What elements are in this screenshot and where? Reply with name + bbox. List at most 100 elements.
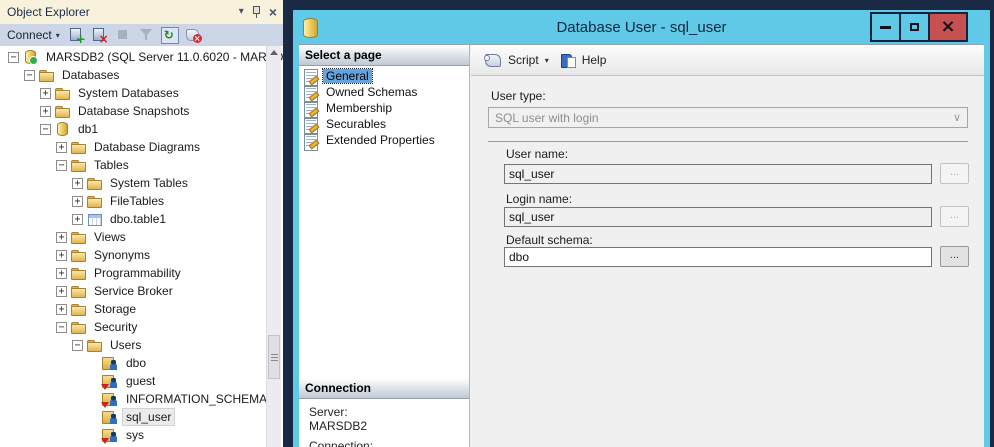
expand-toggle-icon[interactable]: + xyxy=(56,232,67,243)
script-icon xyxy=(485,53,503,67)
tree-item-dbo-table1[interactable]: +dbo.table1 xyxy=(0,210,283,228)
table-icon xyxy=(86,211,103,227)
page-panel: Select a page GeneralOwned SchemasMember… xyxy=(299,45,470,447)
tree-item-database-diagrams[interactable]: +Database Diagrams xyxy=(0,138,283,156)
tree-item-label: Tables xyxy=(91,157,132,173)
folder-icon xyxy=(54,103,71,119)
default-schema-field[interactable] xyxy=(504,247,932,267)
refresh-icon[interactable] xyxy=(161,27,179,44)
expand-toggle-icon[interactable]: + xyxy=(56,250,67,261)
minimize-button[interactable] xyxy=(872,14,899,40)
user-icon xyxy=(102,427,119,443)
collapse-toggle-icon[interactable]: − xyxy=(56,322,67,333)
separator xyxy=(488,141,968,142)
folder-icon xyxy=(70,301,87,317)
expand-toggle-icon[interactable]: + xyxy=(72,214,83,225)
folder-icon xyxy=(54,85,71,101)
tree-item-service-broker[interactable]: +Service Broker xyxy=(0,282,283,300)
folder-icon xyxy=(86,175,103,191)
expand-toggle-icon[interactable]: + xyxy=(56,286,67,297)
tree-item-databases[interactable]: −Databases xyxy=(0,66,283,84)
maximize-button[interactable] xyxy=(899,14,928,40)
window-position-menu-icon[interactable]: ▾ xyxy=(239,7,244,17)
folder-icon xyxy=(70,157,87,173)
help-button[interactable]: Help xyxy=(557,50,611,71)
tree-item-label: FileTables xyxy=(107,193,167,209)
tree-item-guest[interactable]: guest xyxy=(0,372,283,390)
tree-item-dbo[interactable]: dbo xyxy=(0,354,283,372)
tree-item-security[interactable]: −Security xyxy=(0,318,283,336)
tree-item-storage[interactable]: +Storage xyxy=(0,300,283,318)
tree-item-label: sql_user xyxy=(123,409,174,425)
tree-item-filetables[interactable]: + FileTables xyxy=(0,192,283,210)
login-name-field[interactable] xyxy=(504,207,932,227)
tree-item-tables[interactable]: − Tables xyxy=(0,156,283,174)
expand-toggle-icon[interactable]: + xyxy=(56,304,67,315)
server-label: Server: xyxy=(309,405,367,419)
script-dropdown-icon[interactable]: ▾ xyxy=(545,56,549,65)
login-name-label: Login name: xyxy=(506,192,572,206)
page-item-general[interactable]: General xyxy=(299,68,469,84)
collapse-toggle-icon[interactable]: − xyxy=(8,52,19,63)
folder-icon xyxy=(70,229,87,245)
user-name-field[interactable] xyxy=(504,164,932,184)
scrollbar-thumb[interactable] xyxy=(268,335,280,379)
dialog-body: Select a page GeneralOwned SchemasMember… xyxy=(299,44,984,447)
collapse-toggle-icon[interactable]: − xyxy=(40,124,51,135)
close-button[interactable] xyxy=(928,14,966,40)
disconnect-server-icon[interactable] xyxy=(92,27,109,43)
page-item-securables[interactable]: Securables xyxy=(299,116,469,132)
user-name-label: User name: xyxy=(506,147,568,161)
page-item-extended-properties[interactable]: Extended Properties xyxy=(299,132,469,148)
page-icon xyxy=(303,69,319,84)
object-explorer-titlebar: Object Explorer ▾ × xyxy=(0,0,283,24)
chevron-down-icon: ▾ xyxy=(56,31,60,40)
general-page-content: Script ▾ Help User type: SQL user with l… xyxy=(471,45,984,447)
tree-item-users[interactable]: −Users xyxy=(0,336,283,354)
pin-icon[interactable] xyxy=(252,6,261,19)
collapse-toggle-icon[interactable]: − xyxy=(24,70,35,81)
tree-item-synonyms[interactable]: +Synonyms xyxy=(0,246,283,264)
stop-icon xyxy=(115,27,132,43)
database-icon xyxy=(54,121,71,137)
tree-item-label: INFORMATION_SCHEMA xyxy=(123,391,270,407)
user-icon xyxy=(102,409,119,425)
tree-item-information-schema[interactable]: INFORMATION_SCHEMA xyxy=(0,390,283,408)
tree-item-views[interactable]: +Views xyxy=(0,228,283,246)
expand-toggle-icon[interactable]: + xyxy=(40,88,51,99)
tree-item-database-snapshots[interactable]: +Database Snapshots xyxy=(0,102,283,120)
expand-toggle-icon[interactable]: + xyxy=(72,178,83,189)
server-icon xyxy=(22,49,39,65)
tree-scrollbar[interactable] xyxy=(266,46,281,447)
expand-toggle-icon[interactable]: + xyxy=(56,268,67,279)
expand-toggle-icon[interactable]: + xyxy=(72,196,83,207)
default-schema-browse-button[interactable]: ... xyxy=(940,246,969,267)
combo-chevron-icon: ∨ xyxy=(953,111,961,124)
tree-item-db1[interactable]: −db1 xyxy=(0,120,283,138)
page-item-owned-schemas[interactable]: Owned Schemas xyxy=(299,84,469,100)
expand-toggle-icon[interactable]: + xyxy=(56,142,67,153)
tree-item-sys[interactable]: sys xyxy=(0,426,283,444)
tree-item-system-databases[interactable]: +System Databases xyxy=(0,84,283,102)
folder-icon xyxy=(70,139,87,155)
collapse-toggle-icon[interactable]: − xyxy=(72,340,83,351)
connect-button[interactable]: Connect ▾ xyxy=(4,28,63,42)
user-type-combo[interactable]: SQL user with login ∨ xyxy=(488,107,968,128)
tree-item-programmability[interactable]: +Programmability xyxy=(0,264,283,282)
collapse-toggle-icon[interactable]: − xyxy=(56,160,67,171)
page-item-membership[interactable]: Membership xyxy=(299,100,469,116)
script-disabled-icon xyxy=(185,27,202,43)
scroll-up-icon[interactable] xyxy=(270,50,278,55)
database-icon xyxy=(303,18,318,38)
tree-item-system-tables[interactable]: +System Tables xyxy=(0,174,283,192)
close-icon[interactable]: × xyxy=(269,6,277,18)
tree-item-sql-user[interactable]: sql_user xyxy=(0,408,283,426)
object-explorer-title: Object Explorer xyxy=(7,5,239,19)
user-name-browse-button: ... xyxy=(940,163,969,184)
script-button[interactable]: Script xyxy=(481,50,543,70)
connect-server-icon[interactable] xyxy=(69,27,86,43)
dialog-titlebar[interactable]: Database User - sql_user xyxy=(293,10,990,44)
tree-item-marsdb2-sql-server-11-0-6020-marsd[interactable]: −MARSDB2 (SQL Server 11.0.6020 - MARSD xyxy=(0,48,283,66)
filter-icon[interactable] xyxy=(138,27,155,43)
expand-toggle-icon[interactable]: + xyxy=(40,106,51,117)
